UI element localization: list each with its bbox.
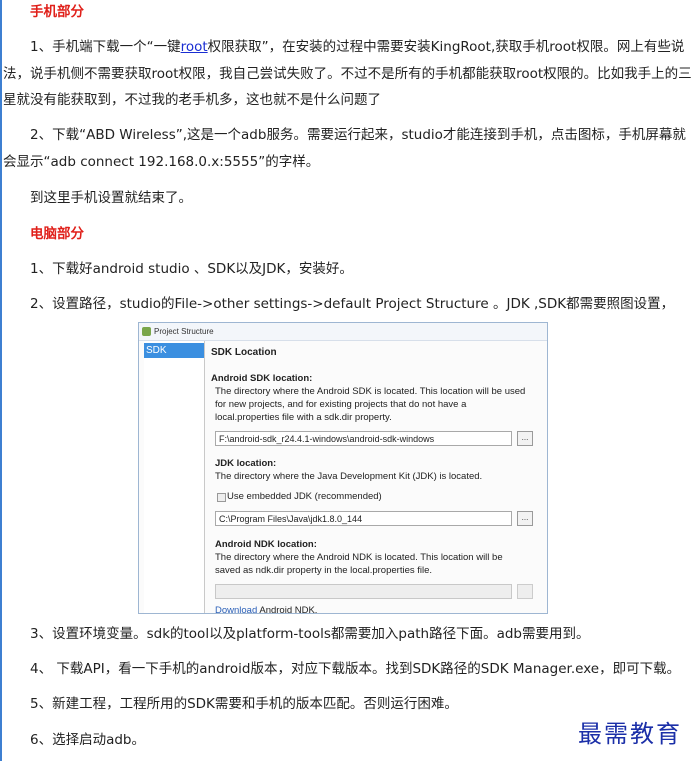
android-sdk-path-input[interactable]: F:\android-sdk_r24.4.1-windows\android-s… (215, 431, 512, 446)
embedded-jdk-checkbox[interactable] (217, 493, 226, 502)
ndk-desc-1: The directory where the Android NDK is l… (215, 552, 503, 563)
ndk-heading: Android NDK location: (215, 539, 317, 550)
jdk-path-input[interactable]: C:\Program Files\Java\jdk1.8.0_144 (215, 511, 512, 526)
phone-step-2: 2、下载“ABD Wireless”,这是一个adb服务。需要运行起来，stud… (3, 127, 686, 170)
phone-step-end: 到这里手机设置就结束了。 (30, 190, 192, 206)
pc-section-heading: 电脑部分 (30, 226, 84, 242)
phone-section-heading: 手机部分 (30, 4, 84, 20)
phone-step-1: 1、手机端下载一个“一键root权限获取”，在安装的过程中需要安装KingRoo… (3, 34, 693, 114)
root-link[interactable]: root (181, 39, 208, 55)
window-title: Project Structure (154, 327, 214, 336)
settings-sidebar: SDK Locati... (144, 341, 205, 613)
project-structure-screenshot: Project Structure SDK Locati... SDK Loca… (138, 322, 548, 614)
pc-step-4: 4、 下载API，看一下手机的android版本，对应下载版本。找到SDK路径的… (30, 661, 681, 677)
android-sdk-desc-3: local.properties file with a sdk.dir pro… (215, 412, 392, 423)
ndk-desc-2: saved as ndk.dir property in the local.p… (215, 565, 433, 576)
watermark-logo: 最需教育 (578, 720, 682, 748)
ndk-download-line: Download Android NDK. (215, 605, 318, 614)
android-sdk-desc-2: for new projects, and for existing proje… (215, 399, 467, 410)
android-studio-icon (142, 327, 151, 336)
jdk-heading: JDK location: (215, 458, 277, 469)
embedded-jdk-label: Use embedded JDK (recommended) (227, 491, 382, 502)
android-sdk-heading: Android SDK location: (211, 373, 313, 384)
pc-step-1: 1、下载好android studio 、SDK以及JDK，安装好。 (30, 261, 353, 277)
window-titlebar: Project Structure (139, 323, 547, 341)
ndk-download-rest: Android NDK. (257, 605, 318, 614)
sidebar-item-sdk-location[interactable]: SDK Locati... (144, 343, 204, 371)
pc-step-3: 3、设置环境变量。sdk的tool以及platform-tools都需要加入pa… (30, 626, 590, 642)
jdk-browse-button[interactable]: ... (517, 511, 533, 526)
android-sdk-browse-button[interactable]: ... (517, 431, 533, 446)
ndk-path-input[interactable] (215, 584, 512, 599)
left-border (0, 0, 2, 761)
ndk-browse-button[interactable] (517, 584, 533, 599)
jdk-desc: The directory where the Java Development… (215, 471, 483, 482)
pc-step-2: 2、设置路径，studio的File->other settings->defa… (30, 296, 675, 312)
ndk-download-link[interactable]: Download (215, 605, 257, 613)
android-sdk-desc-1: The directory where the Android SDK is l… (215, 386, 526, 397)
panel-title: SDK Location (211, 347, 277, 358)
phone-step-1-text: 1、手机端下载一个“一键 (30, 39, 181, 55)
